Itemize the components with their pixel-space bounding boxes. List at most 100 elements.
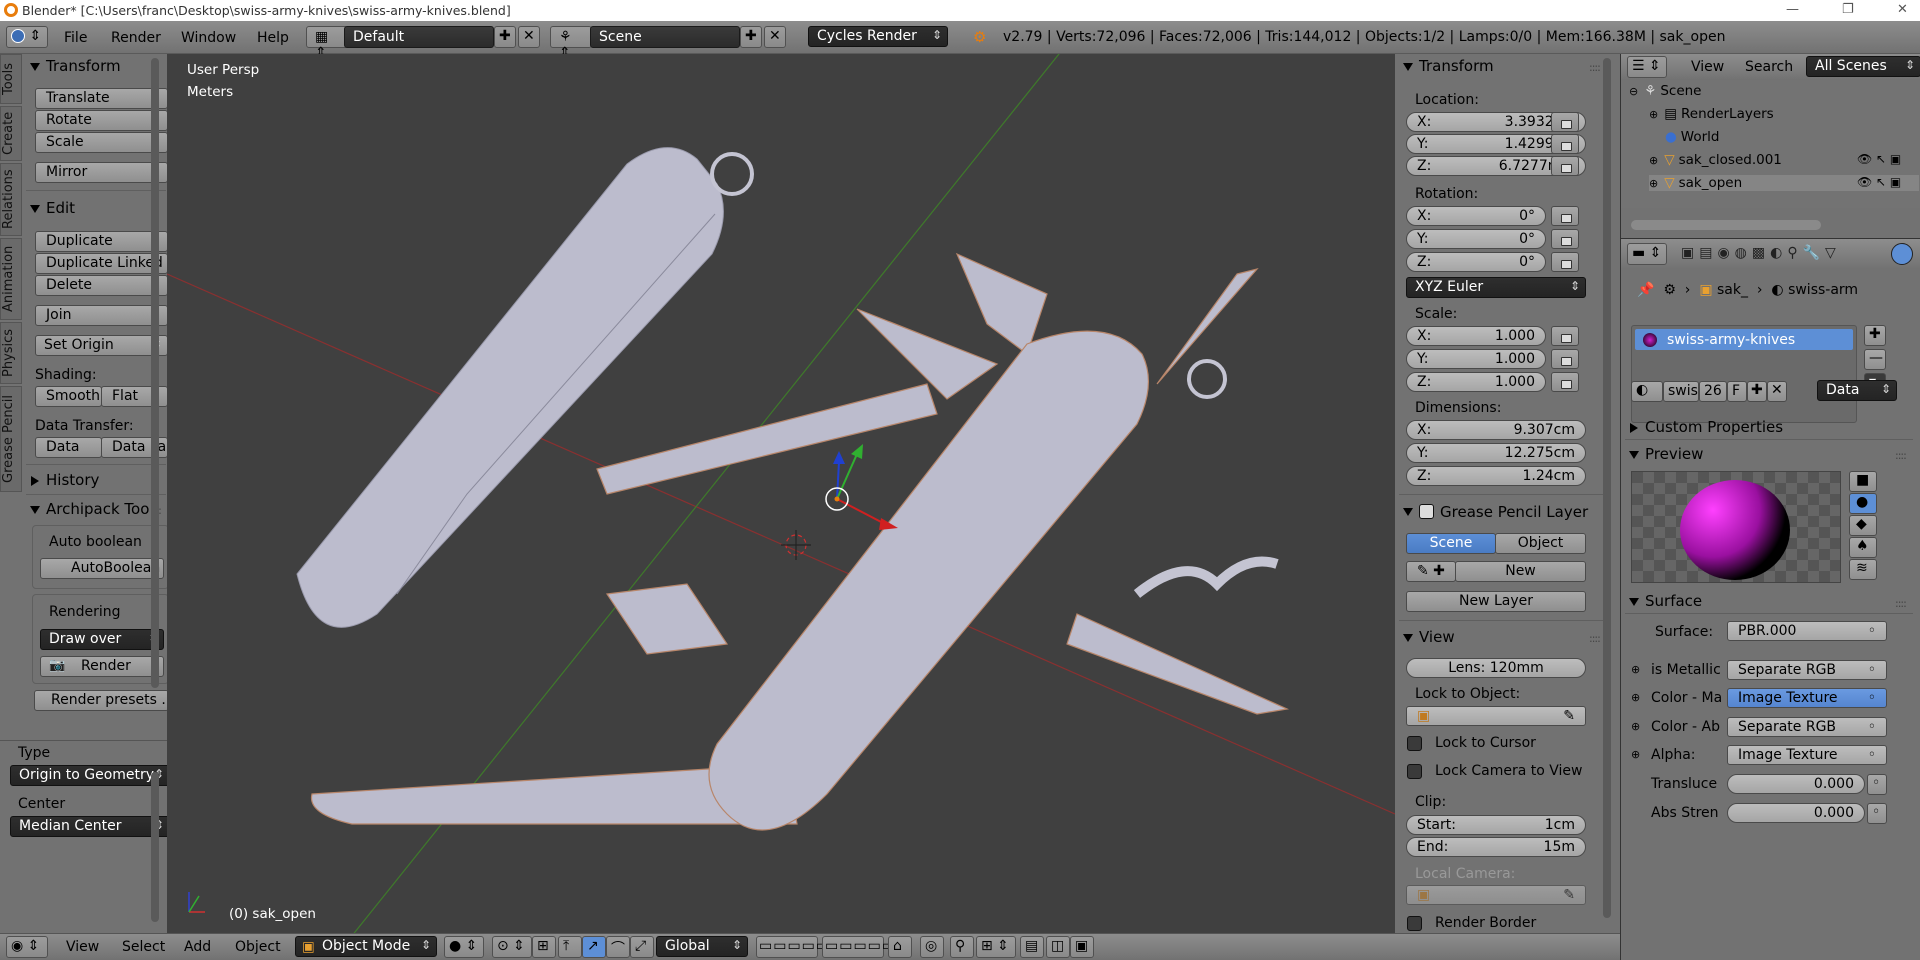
lock-location-x-icon[interactable] (1551, 112, 1579, 132)
remove-slot-button[interactable]: — (1864, 349, 1886, 370)
opengl-render-icon[interactable]: ▤ (1020, 936, 1044, 958)
lens-field[interactable]: Lens: 120mm (1406, 658, 1586, 678)
draw-over-select[interactable]: Draw over (40, 629, 164, 650)
render-border-checkbox[interactable] (1407, 916, 1422, 931)
abs-strength-link-icon[interactable]: ◦ (1867, 803, 1887, 824)
history-panel-header[interactable]: History (22, 468, 99, 492)
material-tab-icon[interactable] (1891, 243, 1913, 265)
outliner-filter-select[interactable]: All Scenes (1806, 56, 1920, 77)
input-link-color-ab[interactable]: Separate RGB ◦ (1727, 717, 1887, 737)
menu-select[interactable]: Select (122, 939, 165, 955)
archipack-panel-header[interactable]: Archipack Too (22, 497, 149, 521)
center-select[interactable]: Median Center (10, 816, 170, 837)
fake-user-button[interactable]: F (1727, 380, 1747, 402)
expand-input-icon[interactable]: ⊕ (1631, 691, 1640, 704)
add-layout-button[interactable]: ✚ (494, 26, 516, 48)
editor-type-3d-icon[interactable]: ◉ ⇕ (6, 936, 48, 958)
translate-button[interactable]: Translate (35, 88, 168, 109)
custom-properties-header[interactable]: Custom Properties (1621, 415, 1783, 439)
camera-view-icon[interactable]: ▣ (1070, 936, 1094, 958)
surface-node-field[interactable]: PBR.000 ◦ (1727, 621, 1887, 641)
scale-button[interactable]: Scale (35, 132, 168, 153)
material-name-field[interactable]: swis (1663, 380, 1699, 402)
drag-handle-icon[interactable]: :::: (1589, 61, 1601, 74)
tab-physics[interactable]: Physics (0, 322, 22, 384)
drag-handle-icon[interactable]: :::: (1895, 449, 1907, 462)
menu-help[interactable]: Help (257, 30, 289, 46)
grease-new-button[interactable]: New (1455, 561, 1586, 582)
rotation-y-field[interactable]: Y: 0° (1406, 229, 1546, 249)
n-transform-header[interactable]: Transform (1395, 54, 1620, 78)
local-camera-field[interactable]: ▣ ✎ (1406, 885, 1586, 905)
viewport-shading-icon[interactable]: ● ⇕ (444, 936, 484, 958)
clip-end-field[interactable]: End: 15m (1406, 837, 1586, 857)
grease-pencil-layer-header[interactable]: Grease Pencil Layer (1395, 498, 1588, 522)
lock-cursor-checkbox[interactable] (1407, 736, 1422, 751)
duplicate-button[interactable]: Duplicate (35, 231, 168, 252)
mode-select[interactable]: Object Mode (295, 936, 437, 957)
screen-layout-icon[interactable]: ▦ ⇕ (306, 26, 348, 61)
scale-z-field[interactable]: Z: 1.000 (1406, 372, 1546, 392)
preview-hair-icon[interactable]: ≋ (1849, 559, 1877, 580)
unlink-material-button[interactable]: ✕ (1767, 380, 1787, 402)
translucency-link-icon[interactable]: ◦ (1867, 774, 1887, 795)
outliner-item-world[interactable]: ● World (1665, 129, 1719, 145)
layers-grid-2[interactable]: ▭▭▭▭▭ (822, 936, 895, 958)
grease-object-tab[interactable]: Object (1495, 533, 1586, 554)
rotate-manipulator-icon[interactable]: ↗ (582, 936, 606, 958)
scene-icon[interactable]: ⚘ ⇕ (550, 26, 592, 61)
outliner-editor-icon[interactable]: ☰ ⇕ (1627, 56, 1667, 78)
snap-element-icon[interactable]: ⊞ ⇕ (976, 936, 1016, 958)
menu-window[interactable]: Window (181, 30, 236, 46)
outliner-item-renderlayers[interactable]: ⊕ ▤ RenderLayers (1649, 106, 1774, 122)
screen-layout-field[interactable]: Default (344, 26, 494, 48)
input-link-metallic[interactable]: Separate RGB ◦ (1727, 660, 1887, 680)
mirror-button[interactable]: Mirror (35, 162, 168, 183)
new-material-button[interactable]: ✚ (1747, 380, 1767, 402)
editor-type-info-button[interactable]: ⇕ (6, 26, 48, 48)
material-slot-item[interactable]: swiss-army-knives (1635, 329, 1853, 350)
dimensions-z-field[interactable]: Z: 1.24cm (1406, 466, 1586, 486)
toolshelf-scrollbar[interactable] (151, 58, 159, 688)
drag-handle-icon[interactable]: :::: (1589, 632, 1601, 645)
remove-scene-button[interactable]: ✕ (764, 26, 786, 48)
scale-y-field[interactable]: Y: 1.000 (1406, 349, 1546, 369)
menu-object[interactable]: Object (235, 939, 281, 955)
input-link-alpha[interactable]: Image Texture ◦ (1727, 745, 1887, 765)
preview-cube-icon[interactable]: ◆ (1849, 515, 1877, 536)
operator-scrollbar[interactable] (151, 772, 159, 922)
properties-editor-icon[interactable]: ▬ ⇕ (1627, 243, 1667, 265)
add-slot-button[interactable]: ✚ (1864, 325, 1886, 346)
menu-file[interactable]: File (64, 30, 87, 46)
lock-rotation-y-icon[interactable] (1551, 229, 1579, 249)
proportional-edit-icon[interactable]: ◎ (920, 936, 944, 958)
snap-icon[interactable]: ⚲ (950, 936, 974, 958)
scene-field[interactable]: Scene (590, 26, 740, 48)
preview-monkey-icon[interactable]: ♠ (1849, 537, 1877, 558)
abs-strength-field[interactable]: 0.000 (1727, 803, 1865, 823)
outliner-menu-view[interactable]: View (1691, 59, 1724, 75)
new-layer-button[interactable]: New Layer (1406, 591, 1586, 612)
rotation-mode-select[interactable]: XYZ Euler (1406, 277, 1586, 298)
properties-context-icons[interactable]: ▣▤◉◍▩◐⚲🔧▽ (1681, 245, 1841, 261)
layers-grid-1[interactable]: ▭▭▭▭▭ (756, 936, 829, 958)
lock-layers-icon[interactable]: ⌂ (888, 936, 912, 958)
lock-scale-x-icon[interactable] (1551, 326, 1579, 346)
material-browse-icon[interactable]: ◐ (1631, 380, 1663, 402)
material-users-count[interactable]: 26 (1699, 380, 1727, 402)
rotation-x-field[interactable]: X: 0° (1406, 206, 1546, 226)
n-panel-scrollbar[interactable] (1603, 58, 1611, 918)
expand-input-icon[interactable]: ⊕ (1631, 720, 1640, 733)
tab-relations[interactable]: Relations (0, 163, 22, 236)
remove-layout-button[interactable]: ✕ (518, 26, 540, 48)
transform-orientation-select[interactable]: Global (656, 936, 748, 957)
outliner-hscrollbar[interactable] (1631, 220, 1821, 230)
add-scene-button[interactable]: ✚ (740, 26, 762, 48)
scale-x-field[interactable]: X: 1.000 (1406, 326, 1546, 346)
rotate-button[interactable]: Rotate (35, 110, 168, 131)
rotation-z-field[interactable]: Z: 0° (1406, 252, 1546, 272)
set-origin-select[interactable]: Set Origin (35, 335, 168, 356)
expand-input-icon[interactable]: ⊕ (1631, 663, 1640, 676)
clip-start-field[interactable]: Start: 1cm (1406, 815, 1586, 835)
dimensions-x-field[interactable]: X: 9.307cm (1406, 420, 1586, 440)
